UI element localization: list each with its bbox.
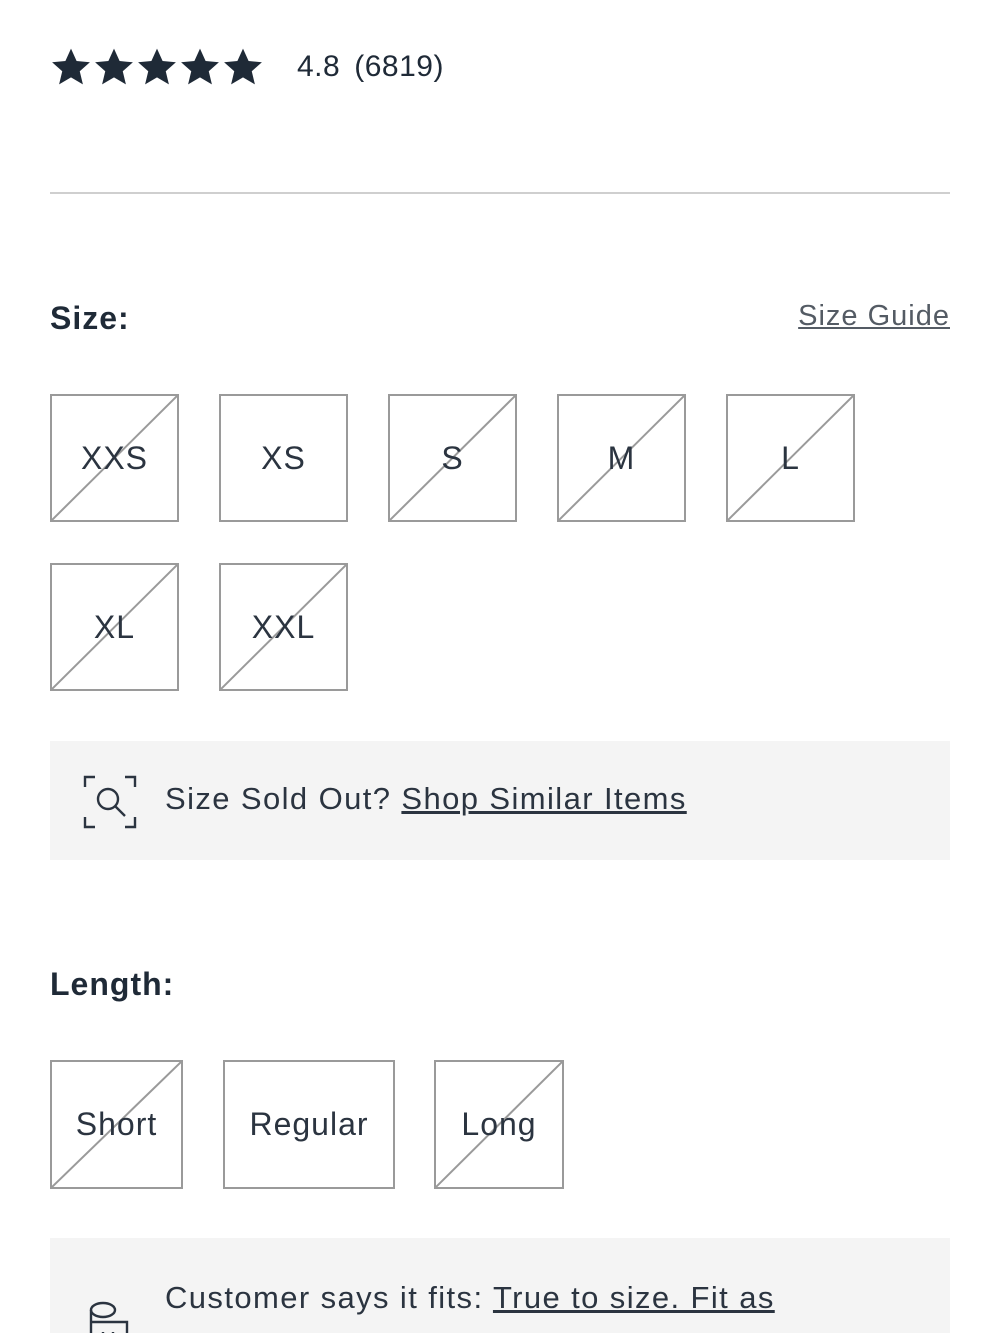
length-label: Length: xyxy=(50,966,175,1002)
shop-similar-items-link[interactable]: Shop Similar Items xyxy=(401,781,686,816)
fit-message: Customer says it fits: True to size. Fit… xyxy=(165,1280,775,1316)
size-option-label: XS xyxy=(261,439,306,476)
size-option-label: XL xyxy=(93,608,136,645)
size-guide-link[interactable]: Size Guide xyxy=(798,300,950,333)
size-option-xl[interactable]: XL xyxy=(50,563,179,691)
length-option-label: Regular xyxy=(249,1106,369,1142)
length-option-label: Short xyxy=(75,1106,158,1142)
sold-out-text: Size Sold Out? xyxy=(165,781,402,816)
rating-score: 4.8 xyxy=(297,50,341,83)
length-option-label: Long xyxy=(461,1106,537,1142)
fit-feedback-banner: Customer says it fits: True to size. Fit… xyxy=(50,1238,950,1333)
size-option-l[interactable]: L xyxy=(726,394,855,522)
size-label: Size: xyxy=(50,300,130,336)
size-option-label: S xyxy=(441,439,464,476)
star-icon xyxy=(95,48,133,85)
fit-text: Customer says it fits: xyxy=(165,1280,493,1315)
fit-summary-link[interactable]: True to size. Fit as xyxy=(493,1280,775,1315)
size-option-xxl[interactable]: XXL xyxy=(219,563,348,691)
length-option-long[interactable]: Long xyxy=(434,1060,564,1189)
star-icon xyxy=(52,48,90,85)
search-scan-icon xyxy=(83,775,137,829)
star-icon xyxy=(138,48,176,85)
size-sold-out-banner: Size Sold Out? Shop Similar Items xyxy=(50,741,950,860)
size-option-label: XXL xyxy=(251,608,316,645)
size-option-s[interactable]: S xyxy=(388,394,517,522)
fit-chart-icon xyxy=(89,1301,129,1333)
star-icon xyxy=(181,48,219,85)
size-option-xs[interactable]: XS xyxy=(219,394,348,522)
star-rating xyxy=(50,46,265,88)
size-option-label: L xyxy=(781,439,800,476)
rating-row[interactable]: 4.8 (6819) xyxy=(50,44,444,90)
size-option-xxs[interactable]: XXS xyxy=(50,394,179,522)
size-option-m[interactable]: M xyxy=(557,394,686,522)
size-option-label: XXS xyxy=(80,439,149,476)
size-option-label: M xyxy=(607,439,636,476)
review-count[interactable]: (6819) xyxy=(354,50,444,84)
sold-out-message: Size Sold Out? Shop Similar Items xyxy=(165,781,687,817)
length-option-regular[interactable]: Regular xyxy=(223,1060,395,1189)
length-option-short[interactable]: Short xyxy=(50,1060,183,1189)
divider xyxy=(50,192,950,194)
star-icon xyxy=(224,48,262,85)
